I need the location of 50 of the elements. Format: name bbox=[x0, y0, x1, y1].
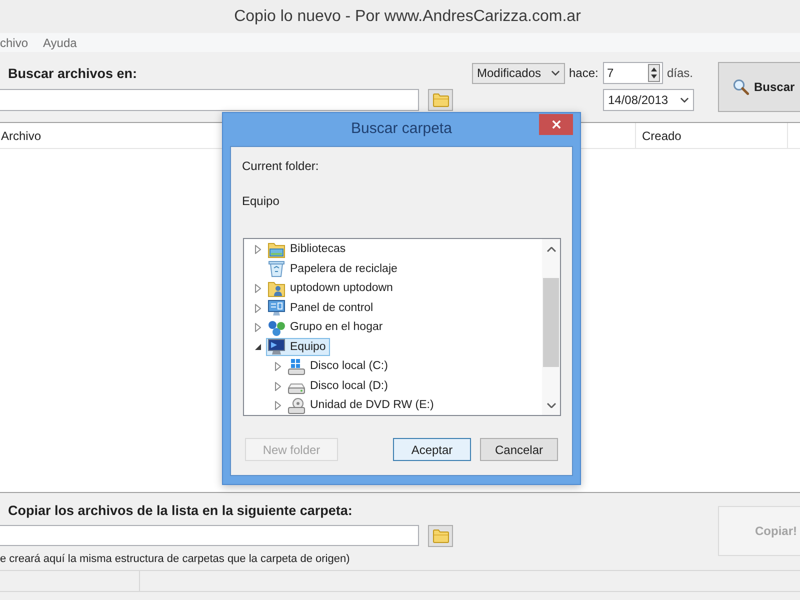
destination-field[interactable] bbox=[0, 525, 419, 546]
search-icon bbox=[733, 79, 749, 95]
scrollbar-thumb[interactable] bbox=[543, 278, 559, 367]
menu-item[interactable]: Ayuda bbox=[43, 34, 77, 52]
tree-item[interactable]: Disco local (C:) bbox=[286, 358, 392, 376]
chevron-up-icon[interactable] bbox=[546, 246, 556, 252]
close-button[interactable] bbox=[539, 114, 573, 135]
tree-item[interactable]: Equipo bbox=[266, 338, 330, 356]
tree-item[interactable]: Disco local (D:) bbox=[286, 377, 392, 396]
dialog-button[interactable]: Cancelar bbox=[480, 438, 558, 461]
dialog-button[interactable]: Aceptar bbox=[393, 438, 471, 461]
section-label: Copiar los archivos de la lista en la siguiente carpeta: bbox=[8, 502, 352, 519]
tree-item[interactable]: Papelera de reciclaje bbox=[266, 260, 402, 278]
triangle-icon[interactable] bbox=[255, 344, 261, 350]
tree-item[interactable]: Panel de control bbox=[266, 299, 378, 318]
menu-item[interactable]: chivo bbox=[0, 34, 28, 52]
chevron-down-icon bbox=[680, 97, 689, 103]
browse-button[interactable] bbox=[428, 89, 453, 111]
chevron-down-icon[interactable] bbox=[546, 402, 556, 408]
group-icon bbox=[268, 320, 285, 336]
spinner-icon[interactable] bbox=[648, 64, 660, 82]
hint-text: e creará aquí la misma estructura de carpetas que la carpeta de origen) bbox=[0, 552, 350, 566]
recycle-bin-icon bbox=[268, 261, 285, 278]
tree-item[interactable]: Unidad de DVD RW (E:) bbox=[286, 396, 438, 415]
section-label: Buscar archivos en: bbox=[8, 65, 138, 82]
window-title: Copio lo nuevo - Por www.AndresCarizza.com.ar bbox=[234, 6, 581, 26]
date-picker[interactable]: 14/08/2013 bbox=[603, 89, 694, 111]
control-panel-icon bbox=[268, 300, 285, 316]
folder-icon bbox=[432, 93, 448, 107]
current-folder-text: Equipo bbox=[242, 194, 280, 208]
chevron-down-icon bbox=[551, 70, 560, 76]
search-button[interactable]: Buscar bbox=[718, 62, 800, 112]
tree-item[interactable]: uptodown uptodown bbox=[266, 280, 397, 298]
days-field[interactable]: 7 bbox=[603, 62, 663, 84]
field-label: Current folder: bbox=[242, 159, 319, 173]
path-field[interactable] bbox=[0, 89, 419, 111]
tree-item[interactable]: Bibliotecas bbox=[266, 240, 350, 259]
field-label: días. bbox=[667, 65, 694, 82]
folder-icon bbox=[432, 529, 448, 543]
field-label: hace: bbox=[569, 65, 599, 82]
close-icon bbox=[552, 120, 560, 129]
library-folder-icon bbox=[268, 242, 285, 258]
dialog-title: Buscar carpeta bbox=[351, 119, 452, 140]
column-header[interactable]: Creado bbox=[636, 123, 788, 148]
browse-button[interactable] bbox=[428, 525, 453, 547]
computer-icon bbox=[268, 339, 285, 356]
user-folder-icon bbox=[268, 280, 285, 297]
tree-item[interactable]: Grupo en el hogar bbox=[266, 318, 387, 337]
drive-icon bbox=[288, 358, 305, 375]
filter-dropdown[interactable]: Modificados bbox=[472, 62, 565, 84]
